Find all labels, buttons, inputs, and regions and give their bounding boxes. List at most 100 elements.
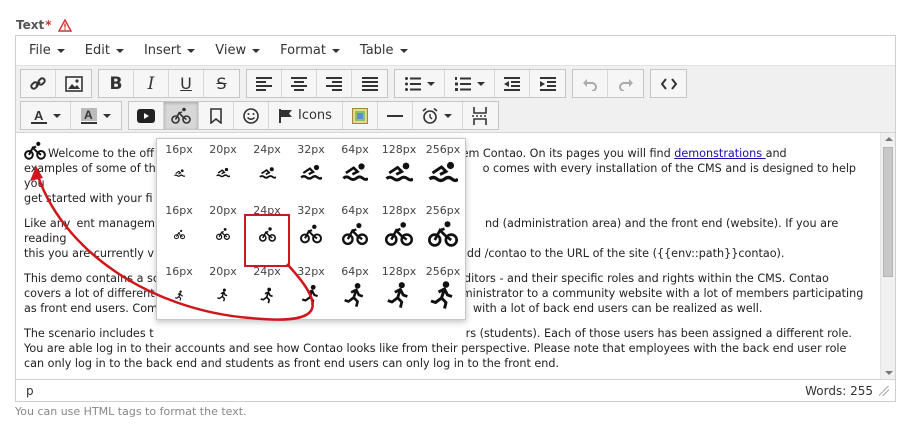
icon-option-swimmer-20px[interactable]: [201, 157, 245, 189]
scroll-up-arrow-icon[interactable]: [885, 137, 893, 141]
emoticon-button[interactable]: [234, 102, 269, 129]
menu-format[interactable]: Format: [272, 39, 348, 63]
scroll-thumb[interactable]: [883, 147, 893, 277]
align-right-button[interactable]: [317, 70, 352, 97]
link-button[interactable]: [21, 70, 56, 97]
source-code-icon: [660, 77, 677, 90]
swimmer-section: 16px 20px 24px 32px 64px 128px 256px: [157, 143, 467, 189]
italic-button[interactable]: I: [134, 70, 169, 97]
field-hint: You can use HTML tags to format the text…: [15, 405, 247, 418]
required-mark: *: [45, 18, 52, 32]
bicycle-section: 16px 20px 24px 32px 64px 128px 256px: [157, 204, 467, 250]
menubar: File Edit Insert View Format Table: [16, 36, 895, 65]
swimmer-icon: [342, 163, 368, 181]
menu-view[interactable]: View: [207, 39, 268, 63]
bullet-list-button[interactable]: [395, 70, 445, 97]
icon-option-runner-256px[interactable]: [421, 279, 465, 311]
icon-option-swimmer-64px[interactable]: [333, 157, 377, 189]
icon-option-bicycle-16px[interactable]: [157, 218, 201, 250]
image-icon: [64, 75, 83, 92]
outdent-button[interactable]: [495, 70, 530, 97]
menu-edit[interactable]: Edit: [77, 39, 132, 63]
runner-icon: [259, 287, 273, 303]
icon-option-bicycle-32px[interactable]: [289, 218, 333, 250]
icon-option-swimmer-32px[interactable]: [289, 157, 333, 189]
background-color-icon: A: [81, 107, 97, 124]
highlight-box: [244, 214, 290, 267]
element-path[interactable]: p: [26, 384, 34, 398]
bicycle-button[interactable]: [164, 102, 199, 129]
align-justify-button[interactable]: [352, 70, 387, 97]
icon-option-bicycle-128px[interactable]: [377, 218, 421, 250]
icon-option-bicycle-64px[interactable]: [333, 218, 377, 250]
demonstrations-link[interactable]: demonstrations: [674, 147, 765, 160]
icon-option-runner-32px[interactable]: [289, 279, 333, 311]
background-color-button[interactable]: A: [71, 102, 121, 129]
strikethrough-button[interactable]: S: [204, 70, 239, 97]
vertical-scrollbar[interactable]: [880, 133, 895, 379]
text-color-button[interactable]: A: [21, 102, 71, 129]
indent-icon: [539, 76, 556, 91]
bicycle-icon: [173, 229, 185, 239]
template-icon: [351, 107, 368, 124]
align-left-icon: [256, 76, 272, 91]
page-break-icon: [472, 106, 489, 125]
swimmer-icon: [428, 161, 458, 183]
icon-option-runner-24px[interactable]: [245, 279, 289, 311]
horizontal-rule-button[interactable]: [378, 102, 413, 129]
paragraph-4: The scenario includes t rs (students). Ea…: [24, 327, 852, 370]
icon-option-swimmer-128px[interactable]: [377, 157, 421, 189]
field-label-text: Text: [16, 18, 45, 32]
undo-button[interactable]: [573, 70, 608, 97]
swimmer-icon: [385, 162, 413, 182]
indent-button[interactable]: [530, 70, 565, 97]
svg-text:A: A: [34, 108, 44, 123]
icon-option-runner-64px[interactable]: [333, 279, 377, 311]
alarm-clock-button[interactable]: [413, 102, 463, 129]
icon-option-runner-128px[interactable]: [377, 279, 421, 311]
runner-icon: [301, 284, 318, 306]
resize-handle-icon[interactable]: [879, 385, 889, 396]
bookmark-button[interactable]: [199, 102, 234, 129]
outdent-icon: [504, 76, 520, 91]
word-count: Words: 255: [805, 383, 873, 398]
template-button[interactable]: [343, 102, 378, 129]
redo-icon: [618, 78, 633, 91]
swimmer-icon: [258, 166, 276, 179]
swimmer-icon: [173, 168, 185, 177]
runner-icon: [430, 281, 453, 309]
svg-text:A: A: [84, 108, 93, 122]
bookmark-icon: [210, 107, 222, 124]
align-center-button[interactable]: [282, 70, 317, 97]
icon-option-runner-16px[interactable]: [157, 279, 201, 311]
menu-table[interactable]: Table: [352, 39, 416, 63]
underline-button[interactable]: U: [169, 70, 204, 97]
bold-button[interactable]: B: [99, 70, 134, 97]
runner-section: 16px 20px 24px 32px 64px 128px 256px: [157, 265, 467, 311]
icon-option-swimmer-24px[interactable]: [245, 157, 289, 189]
bullet-list-icon: [404, 76, 421, 91]
toolbar: B I U S A A Icons: [16, 65, 895, 133]
scroll-down-arrow-icon[interactable]: [885, 371, 893, 375]
youtube-button[interactable]: [129, 102, 164, 129]
bicycle-icon: [428, 221, 458, 247]
icons-button[interactable]: Icons: [269, 102, 343, 129]
icon-option-swimmer-16px[interactable]: [157, 157, 201, 189]
bicycle-icon: [171, 107, 191, 124]
menu-file[interactable]: File: [21, 39, 73, 63]
swimmer-icon: [216, 167, 230, 178]
runner-icon: [344, 283, 364, 308]
icon-option-swimmer-256px[interactable]: [421, 157, 465, 189]
redo-button[interactable]: [608, 70, 643, 97]
image-button[interactable]: [56, 70, 91, 97]
menu-insert[interactable]: Insert: [136, 39, 203, 63]
page-break-button[interactable]: [463, 102, 498, 129]
bicycle-icon: [385, 222, 413, 246]
icon-option-bicycle-20px[interactable]: [201, 218, 245, 250]
align-left-button[interactable]: [247, 70, 282, 97]
align-center-icon: [291, 76, 307, 91]
icon-option-bicycle-256px[interactable]: [421, 218, 465, 250]
icon-option-runner-20px[interactable]: [201, 279, 245, 311]
source-code-button[interactable]: [651, 70, 686, 97]
numbered-list-button[interactable]: [445, 70, 495, 97]
